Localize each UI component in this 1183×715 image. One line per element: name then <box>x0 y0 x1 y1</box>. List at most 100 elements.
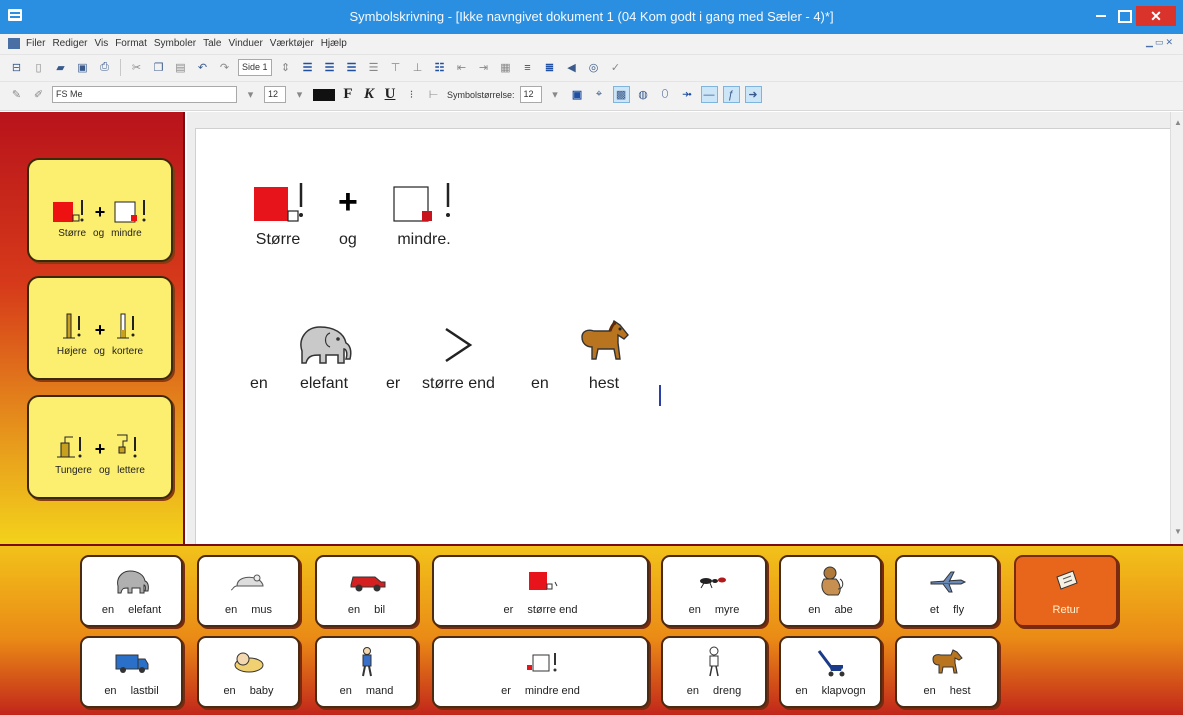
menu-vinduer[interactable]: Vinduer <box>228 38 262 49</box>
grid-button-en-baby[interactable]: en baby <box>197 636 300 708</box>
undo-icon[interactable]: ↶ <box>194 59 211 76</box>
grid-button-retur[interactable]: Retur <box>1014 555 1118 627</box>
text-position-toggle[interactable]: ƒ <box>722 86 740 103</box>
menu-symboler[interactable]: Symboler <box>154 38 196 49</box>
menu-filer[interactable]: Filer <box>26 38 45 49</box>
doc-word-en[interactable]: en <box>250 319 268 393</box>
doc-word-er[interactable]: er <box>386 319 400 393</box>
open-folder-icon[interactable]: ▰ <box>52 59 69 76</box>
symbol-size-chevron-icon[interactable]: ▾ <box>547 86 564 103</box>
page-selector[interactable]: Side 1 <box>238 59 272 76</box>
grid-button-en-lastbil[interactable]: en lastbil <box>80 636 183 708</box>
left-button-storre-og-mindre[interactable]: + Større og mindre <box>27 158 173 262</box>
oval-shape-icon[interactable]: ⬯ <box>657 86 674 103</box>
symbol-size-select[interactable]: 12 <box>519 86 542 103</box>
grid-button-en-elefant[interactable]: en elefant <box>80 555 183 627</box>
indent-increase-icon[interactable]: ⇥ <box>475 59 492 76</box>
justify-icon[interactable]: ☰ <box>365 59 382 76</box>
grid-view-icon[interactable]: ⊟ <box>8 59 25 76</box>
close-button[interactable]: ✕ <box>1136 6 1176 26</box>
document-page[interactable]: Større + og mindre. en elefant er større… <box>195 128 1170 544</box>
document-icon[interactable] <box>8 38 20 49</box>
font-size-select[interactable]: 12 <box>264 86 286 103</box>
grid-button-er-storre-end[interactable]: er større end <box>432 555 649 627</box>
paragraph-spacing-icon[interactable]: ≣ <box>541 59 558 76</box>
align-right-icon[interactable]: ☰ <box>343 59 360 76</box>
italic-button[interactable]: K <box>361 86 377 103</box>
pen-icon[interactable]: ✎ <box>8 86 25 103</box>
menu-vaerktojer[interactable]: Værktøjer <box>270 38 314 49</box>
scroll-down-icon[interactable]: ▼ <box>1174 527 1182 536</box>
font-name-select[interactable]: FS Me <box>52 86 237 103</box>
arrow-toggle[interactable]: ➜ <box>744 86 762 103</box>
menu-hjaelp[interactable]: Hjælp <box>321 38 347 49</box>
menu-rediger[interactable]: Rediger <box>52 38 87 49</box>
document-area[interactable]: Større + og mindre. en elefant er større… <box>187 112 1183 544</box>
doc-word-elefant[interactable]: elefant <box>294 319 354 393</box>
menu-vis[interactable]: Vis <box>94 38 108 49</box>
paste-icon[interactable]: ▤ <box>172 59 189 76</box>
left-button-tungere-og-lettere[interactable]: + Tungere og lettere <box>27 395 173 499</box>
bullet-list-icon[interactable]: ☷ <box>431 59 448 76</box>
grid-button-er-mindre-end[interactable]: er mindre end <box>432 636 649 708</box>
grid-button-en-abe[interactable]: en abe <box>779 555 882 627</box>
align-left-icon[interactable]: ☰ <box>299 59 316 76</box>
left-button-hojere-og-kortere[interactable]: + Højere og kortere <box>27 276 173 380</box>
symbol-image-toggle[interactable]: ▩ <box>612 86 630 103</box>
smaller-than-icon <box>526 653 556 672</box>
spell-check-icon[interactable]: ✓ <box>607 59 624 76</box>
table-icon[interactable]: ▦ <box>497 59 514 76</box>
new-document-icon[interactable]: ▯ <box>30 59 47 76</box>
grid-button-en-myre[interactable]: en myre <box>661 555 767 627</box>
doc-word-en-2[interactable]: en <box>531 319 549 393</box>
word-storre: Større <box>58 228 87 239</box>
cut-icon[interactable]: ✂ <box>128 59 145 76</box>
doc-word-hest[interactable]: hest <box>574 319 634 393</box>
copy-icon[interactable]: ❐ <box>150 59 167 76</box>
align-top-icon[interactable]: ⊤ <box>387 59 404 76</box>
align-center-icon[interactable]: ☰ <box>321 59 338 76</box>
grid-button-en-bil[interactable]: en bil <box>315 555 418 627</box>
word-hojere: Højere <box>56 346 87 357</box>
grid-button-en-dreng[interactable]: en dreng <box>661 636 767 708</box>
numbered-list-icon[interactable]: ⁝ <box>403 86 420 103</box>
grid-button-en-hest[interactable]: en hest <box>895 636 999 708</box>
menu-format[interactable]: Format <box>115 38 147 49</box>
doc-word-og[interactable]: + og <box>338 175 358 249</box>
grid-button-en-mus[interactable]: en mus <box>197 555 300 627</box>
line-spacing-icon[interactable]: ≡ <box>519 59 536 76</box>
menu-tale[interactable]: Tale <box>203 38 221 49</box>
doc-word-storre-end[interactable]: større end <box>422 319 495 393</box>
underline-button[interactable]: U <box>382 86 398 103</box>
mdi-window-controls[interactable]: ▁▭✕ <box>1146 37 1175 48</box>
page-spin-icon[interactable]: ⇕ <box>277 59 294 76</box>
save-icon[interactable]: ▣ <box>74 59 91 76</box>
minimize-button[interactable] <box>1090 6 1112 26</box>
symbol-position-icon[interactable]: ⊢ <box>425 86 442 103</box>
maximize-button[interactable] <box>1112 6 1134 26</box>
vertical-scrollbar[interactable]: ▲ ▼ <box>1170 112 1183 544</box>
speaker-icon[interactable]: ◀ <box>563 59 580 76</box>
symbol-text-icon[interactable]: ⌖ <box>591 86 608 103</box>
indent-decrease-icon[interactable]: ⇤ <box>453 59 470 76</box>
speech-settings-icon[interactable]: ◎ <box>585 59 602 76</box>
doc-word-mindre[interactable]: mindre. <box>392 175 456 249</box>
bold-button[interactable]: F <box>340 86 356 103</box>
grid-button-et-fly[interactable]: et fly <box>895 555 999 627</box>
grid-button-en-klapvogn[interactable]: en klapvogn <box>779 636 882 708</box>
line-toggle[interactable]: — <box>700 86 718 103</box>
print-icon[interactable]: ⎙ <box>96 59 113 76</box>
align-bottom-icon[interactable]: ⊥ <box>409 59 426 76</box>
small-square-icon <box>393 183 450 222</box>
symbol-color-icon[interactable]: ◍ <box>635 86 652 103</box>
symbol-frame-icon[interactable]: ▣ <box>569 86 586 103</box>
redo-icon[interactable]: ↷ <box>216 59 233 76</box>
doc-word-storre[interactable]: Større <box>252 175 304 249</box>
scroll-up-icon[interactable]: ▲ <box>1174 118 1182 127</box>
font-size-chevron-icon[interactable]: ▾ <box>291 86 308 103</box>
eraser-icon[interactable]: ✐ <box>30 86 47 103</box>
font-dropdown-chevron-icon[interactable]: ▾ <box>242 86 259 103</box>
text-color-swatch[interactable] <box>313 88 335 101</box>
connector-icon[interactable]: ⤞ <box>679 86 696 103</box>
grid-button-en-mand[interactable]: en mand <box>315 636 418 708</box>
